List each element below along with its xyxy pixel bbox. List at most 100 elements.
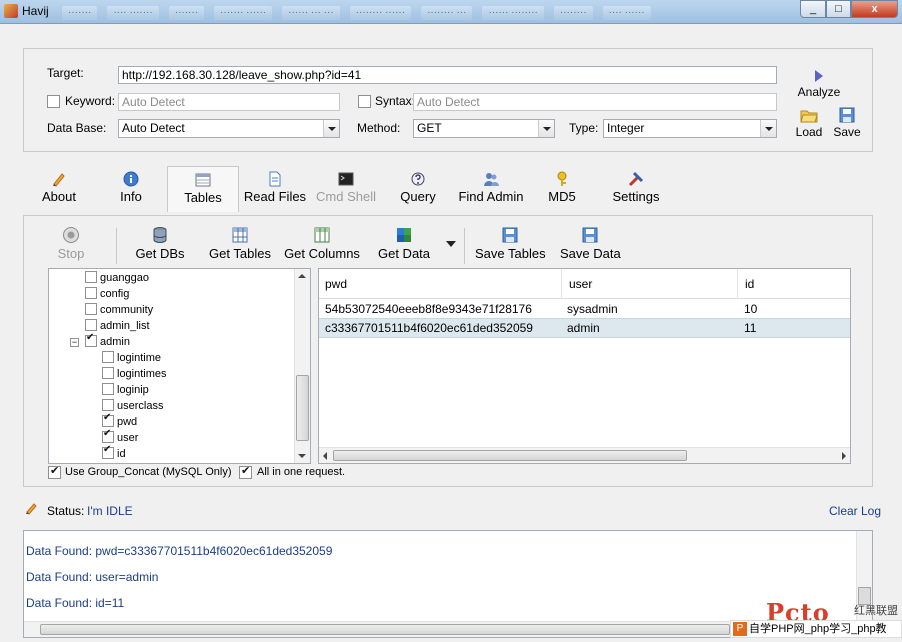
folder-open-icon: [800, 110, 818, 123]
save-button[interactable]: Save: [830, 107, 864, 139]
get-dbs-button[interactable]: Get DBs: [134, 226, 186, 261]
blurred-tab[interactable]: ·······: [168, 6, 205, 20]
blurred-tab[interactable]: ·······: [62, 6, 98, 20]
tree-checkbox[interactable]: [85, 287, 97, 299]
keyword-input[interactable]: Auto Detect: [118, 93, 340, 111]
tab-label: Cmd Shell: [316, 189, 376, 204]
tree-checkbox[interactable]: [85, 271, 97, 283]
scroll-thumb[interactable]: [40, 624, 730, 635]
data-grid[interactable]: pwd user id 54b53072540eeeb8f8e9343e71f2…: [318, 268, 851, 464]
tab-read-files[interactable]: Read Files: [243, 166, 307, 212]
tree-item-column[interactable]: logintimes: [102, 367, 167, 380]
tree-item-column[interactable]: pwd: [102, 415, 137, 428]
toolbar-separator: [116, 228, 117, 264]
scroll-left-icon[interactable]: [323, 452, 327, 460]
tab-md5[interactable]: MD5: [539, 166, 585, 212]
tab-tables[interactable]: Tables: [167, 166, 239, 212]
syntax-input[interactable]: Auto Detect: [413, 93, 777, 111]
group-concat-checkbox[interactable]: [48, 464, 61, 479]
type-select[interactable]: Integer: [603, 119, 777, 138]
column-header-id[interactable]: id: [745, 277, 754, 291]
tab-query[interactable]: Query: [390, 166, 446, 212]
tree-item-column[interactable]: id: [102, 447, 126, 460]
tab-about[interactable]: About: [30, 166, 88, 212]
scroll-up-icon[interactable]: [298, 274, 306, 278]
table-row[interactable]: 54b53072540eeeb8f8e9343e71f28176 sysadmi…: [319, 299, 850, 319]
blurred-tab[interactable]: ······· ······: [214, 6, 273, 20]
tree-checkbox[interactable]: [102, 351, 114, 363]
blurred-tab[interactable]: ······ ··· ···: [282, 6, 340, 20]
tree-item-table[interactable]: guanggao: [85, 271, 149, 284]
analyze-button[interactable]: Analyze: [794, 69, 844, 99]
tab-cmd-shell[interactable]: Cmd Shell: [313, 166, 379, 212]
scroll-down-icon[interactable]: [298, 454, 306, 458]
tree-item-column[interactable]: logintime: [102, 351, 161, 364]
tree-checkbox[interactable]: [85, 335, 97, 347]
stop-button[interactable]: Stop: [54, 226, 88, 261]
minimize-button[interactable]: _: [800, 0, 826, 18]
tree-checkbox[interactable]: [85, 319, 97, 331]
chevron-down-icon[interactable]: [760, 120, 776, 137]
tree-checkbox[interactable]: [102, 399, 114, 411]
floppy-disk-icon: [839, 107, 855, 123]
stop-label: Stop: [57, 246, 85, 261]
tree-item-table[interactable]: community: [85, 303, 153, 316]
load-button[interactable]: Load: [794, 107, 824, 139]
close-button[interactable]: x: [851, 0, 898, 18]
clear-log-link[interactable]: Clear Log: [829, 504, 881, 518]
tree-scrollbar[interactable]: [294, 269, 310, 463]
maximize-button[interactable]: □: [826, 0, 851, 18]
floppy-disk-icon: [582, 227, 598, 243]
tree-checkbox[interactable]: [102, 367, 114, 379]
tab-settings[interactable]: Settings: [606, 166, 666, 212]
get-data-button[interactable]: Get Data: [374, 226, 434, 261]
tree-item-table[interactable]: config: [85, 287, 129, 300]
chevron-down-icon[interactable]: [538, 120, 554, 137]
dropdown-arrow-icon[interactable]: [446, 241, 456, 247]
column-header-user[interactable]: user: [569, 277, 592, 291]
scroll-right-icon[interactable]: [842, 452, 846, 460]
blurred-tab[interactable]: ···· ······: [602, 6, 651, 20]
blurred-tab[interactable]: ········ ···: [421, 6, 473, 20]
tree-checkbox[interactable]: [85, 303, 97, 315]
tree-checkbox[interactable]: [102, 415, 114, 427]
method-select[interactable]: GET: [413, 119, 555, 138]
table-row-selected[interactable]: c33367701511b4f6020ec61ded352059 admin 1…: [319, 318, 850, 338]
get-columns-button[interactable]: Get Columns: [284, 226, 360, 261]
save-tables-button[interactable]: Save Tables: [475, 226, 546, 261]
syntax-checkbox[interactable]: [358, 95, 371, 108]
tree-checkbox[interactable]: [102, 431, 114, 443]
scroll-thumb[interactable]: [333, 450, 687, 461]
save-data-button[interactable]: Save Data: [560, 226, 621, 261]
blurred-tab[interactable]: ········: [553, 6, 593, 20]
column-header-pwd[interactable]: pwd: [325, 277, 347, 291]
tree-item-column[interactable]: user: [102, 431, 138, 444]
blurred-tab[interactable]: ········ ······: [349, 6, 412, 20]
blurred-tab[interactable]: ······ ········: [482, 6, 544, 20]
load-label: Load: [795, 125, 823, 139]
target-url-input[interactable]: http://192.168.30.128/leave_show.php?id=…: [118, 66, 777, 84]
get-dbs-label: Get DBs: [135, 246, 185, 261]
tree-collapse-toggle[interactable]: −: [70, 338, 79, 347]
grid-horizontal-scrollbar[interactable]: [319, 447, 850, 463]
get-tables-button[interactable]: Get Tables: [208, 226, 272, 261]
column-divider[interactable]: [561, 269, 562, 299]
database-tree[interactable]: guanggao config community admin_list − a…: [48, 268, 311, 464]
tree-item-label: userclass: [117, 400, 164, 412]
tree-checkbox[interactable]: [102, 383, 114, 395]
tree-item-admin[interactable]: admin: [85, 335, 130, 348]
target-group: Target: http://192.168.30.128/leave_show…: [23, 48, 873, 152]
tab-find-admin[interactable]: Find Admin: [453, 166, 529, 212]
tree-checkbox[interactable]: [102, 447, 114, 459]
tab-info[interactable]: Info: [102, 166, 160, 212]
database-select[interactable]: Auto Detect: [118, 119, 340, 138]
column-divider[interactable]: [737, 269, 738, 299]
all-in-one-checkbox[interactable]: [239, 464, 252, 479]
tree-item-table[interactable]: admin_list: [85, 319, 150, 332]
scroll-thumb[interactable]: [296, 375, 309, 441]
keyword-checkbox[interactable]: [47, 95, 60, 108]
chevron-down-icon[interactable]: [323, 120, 339, 137]
tree-item-column[interactable]: userclass: [102, 399, 163, 412]
blurred-tab[interactable]: ···· ·······: [107, 6, 159, 20]
tree-item-column[interactable]: loginip: [102, 383, 149, 396]
